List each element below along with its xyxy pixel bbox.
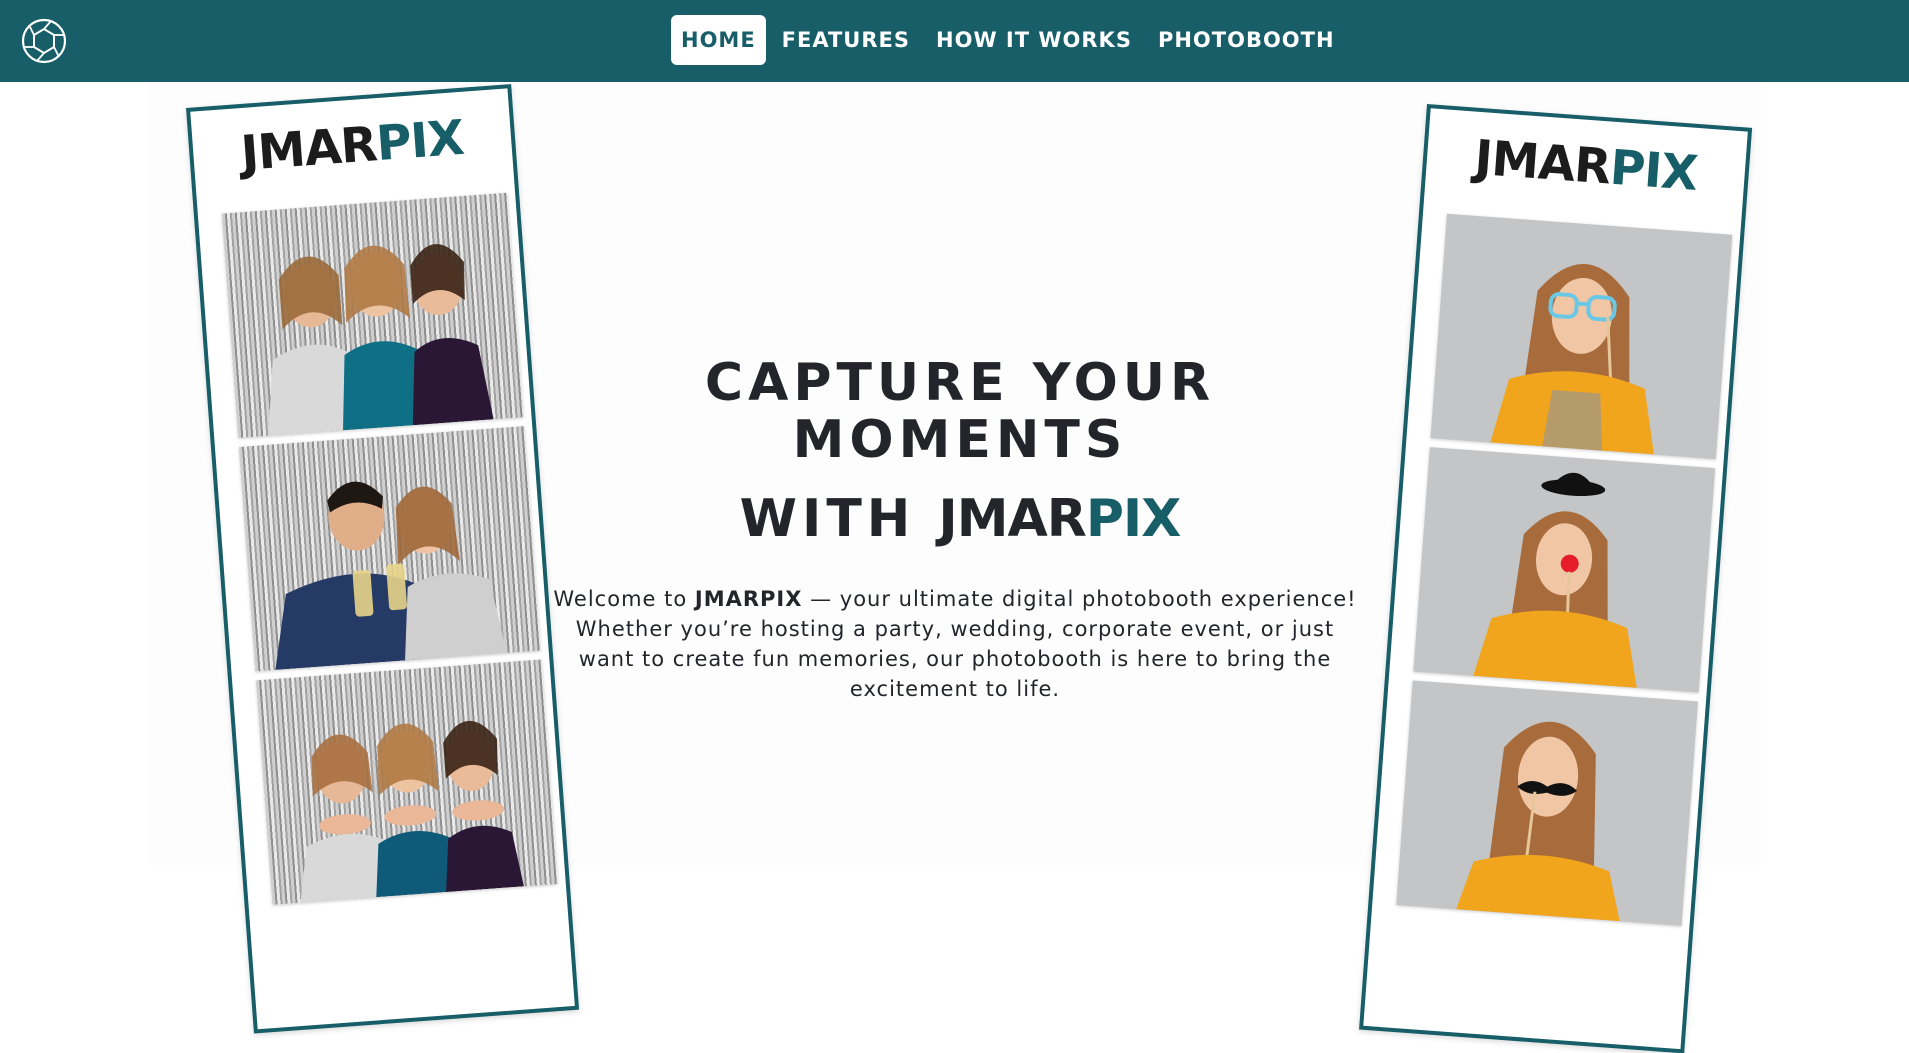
strip-logo: JMARPIX — [1472, 129, 1700, 202]
top-navbar: HOME FEATURES HOW IT WORKS PHOTOBOOTH — [0, 0, 1909, 82]
hero-brand-part1: JMAR — [938, 489, 1086, 550]
photo-group-women — [221, 192, 524, 439]
hero-brand-part2: PIX — [1085, 489, 1182, 550]
photo-girl-glasses-prop — [1430, 213, 1733, 460]
photo-couple-champagne — [238, 426, 541, 672]
hero-heading-line1: CAPTURE YOUR MOMENTS — [704, 353, 1216, 471]
photo-group-blowing-kisses — [256, 659, 558, 905]
intro-brand: JMARPIX — [694, 587, 803, 611]
photo-strip-left: JMARPIX — [186, 84, 580, 1034]
photo-strip-right: JMARPIX — [1359, 104, 1753, 1053]
intro-prefix: Welcome to — [553, 587, 695, 611]
nav-features[interactable]: FEATURES — [772, 15, 920, 65]
nav-how-it-works[interactable]: HOW IT WORKS — [926, 15, 1142, 65]
nav-home[interactable]: HOME — [671, 15, 766, 65]
hero-heading-prefix: WITH — [739, 489, 916, 550]
intro-paragraph: Welcome to JMARPIX — your ultimate digit… — [550, 584, 1360, 704]
main-nav: HOME FEATURES HOW IT WORKS PHOTOBOOTH — [671, 15, 1345, 65]
photo-girl-mustache-prop — [1396, 680, 1698, 926]
photo-girl-hat-clown-nose — [1413, 447, 1716, 693]
nav-photobooth[interactable]: PHOTOBOOTH — [1148, 15, 1345, 65]
hero-heading: CAPTURE YOUR MOMENTS WITH JMARPIX — [540, 353, 1380, 549]
hero-heading-line2: WITH JMARPIX — [540, 491, 1380, 548]
camera-aperture-icon[interactable] — [20, 17, 68, 65]
strip-logo: JMARPIX — [239, 109, 466, 183]
